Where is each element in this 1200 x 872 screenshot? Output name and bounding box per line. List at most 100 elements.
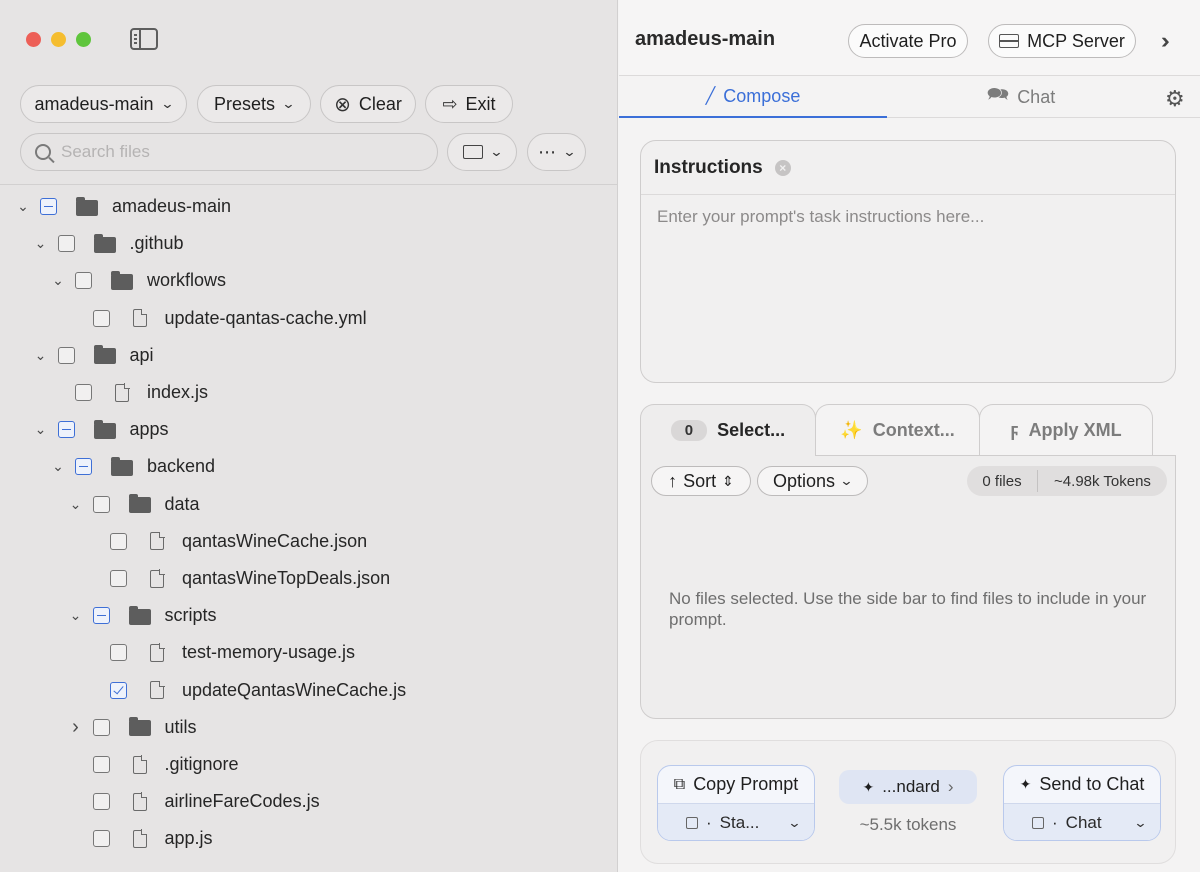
tree-folder-row[interactable]: ⌄ data: [67, 486, 200, 523]
preset-chip[interactable]: ✦ ...ndard ›: [839, 770, 977, 804]
options-button[interactable]: Options ⌄: [757, 466, 868, 496]
file-icon: [129, 829, 151, 848]
tree-checkbox[interactable]: [57, 346, 75, 364]
tree-item-label: index.js: [147, 382, 209, 402]
more-options-button[interactable]: ⋯ ⌄: [527, 133, 586, 171]
chevron-down-icon[interactable]: ⌄: [14, 198, 32, 215]
tree-item-label: test-memory-usage.js: [182, 642, 356, 663]
clear-instructions-icon[interactable]: ×: [774, 159, 791, 176]
tab-compose[interactable]: ╱ Compose: [619, 76, 887, 118]
chevron-down-icon[interactable]: ⌄: [49, 272, 67, 289]
tree-file-row[interactable]: qantasWineCache.json: [84, 523, 367, 560]
tree-folder-row[interactable]: ⌄ workflows: [49, 262, 226, 299]
copy-prompt-button[interactable]: ⧉ Copy Prompt: [658, 766, 814, 804]
tree-checkbox[interactable]: [75, 272, 92, 290]
tree-folder-row[interactable]: ⌄ scripts: [67, 597, 217, 634]
folder-icon: [128, 605, 151, 625]
project-select[interactable]: amadeus-main ⌄: [20, 85, 187, 123]
tree-checkbox[interactable]: [57, 421, 75, 439]
zoom-window-button[interactable]: [76, 32, 91, 47]
tab-context[interactable]: ✨ Context...: [815, 404, 980, 456]
tab-chat-label: Chat: [1017, 86, 1056, 107]
chevron-right-icon[interactable]: ›: [67, 716, 85, 739]
tree-folder-row[interactable]: › utils: [67, 709, 196, 746]
chevron-down-icon[interactable]: ⌄: [67, 496, 85, 513]
tree-checkbox[interactable]: [110, 681, 127, 699]
sidebar-toggle-icon[interactable]: [130, 28, 158, 50]
tree-checkbox[interactable]: [92, 309, 110, 327]
clear-button[interactable]: ⊗ Clear: [320, 85, 416, 123]
chevron-down-icon[interactable]: ⌄: [32, 421, 50, 438]
chevron-down-icon: ⌄: [562, 144, 577, 159]
tree-item-label: apps: [129, 419, 169, 440]
search-input[interactable]: [61, 142, 421, 162]
chevron-down-icon: ⌄: [839, 473, 854, 488]
tree-checkbox[interactable]: [92, 607, 110, 625]
tree-checkbox[interactable]: [110, 532, 127, 550]
activate-pro-button[interactable]: Activate Pro: [848, 24, 968, 58]
exit-button[interactable]: ⇨ Exit: [425, 85, 513, 123]
tree-folder-row[interactable]: ⌄ backend: [49, 448, 215, 485]
tree-file-row[interactable]: qantasWineTopDeals.json: [84, 560, 390, 597]
chip-icon: [686, 816, 698, 829]
tree-file-row[interactable]: app.js: [67, 820, 213, 857]
folder-filter-button[interactable]: ⌄: [447, 133, 517, 171]
dot-separator: ·: [1052, 812, 1058, 832]
tree-checkbox[interactable]: [40, 198, 57, 215]
chevron-down-icon[interactable]: ⌄: [32, 347, 50, 364]
collapse-panel-icon[interactable]: ››: [1161, 28, 1169, 54]
tree-checkbox[interactable]: [75, 458, 92, 476]
tree-checkbox[interactable]: [75, 384, 92, 401]
tab-apply-xml[interactable]: ϝ Apply XML: [979, 404, 1153, 456]
file-icon: [146, 531, 168, 551]
close-window-button[interactable]: [26, 32, 41, 47]
activate-pro-label: Activate Pro: [859, 30, 957, 51]
tree-checkbox[interactable]: [110, 570, 127, 587]
sort-button[interactable]: ↑ Sort ⇕: [651, 466, 751, 496]
tree-checkbox[interactable]: [92, 495, 110, 513]
tree-file-row[interactable]: index.js: [49, 374, 208, 411]
tree-file-row[interactable]: test-memory-usage.js: [84, 634, 355, 671]
chevron-down-icon: ⌄: [281, 96, 296, 111]
tree-folder-row[interactable]: ⌄ .github: [32, 225, 184, 262]
gear-icon[interactable]: ⚙: [1165, 86, 1185, 112]
copy-mode-select[interactable]: · Sta... ⌄: [658, 804, 814, 840]
tree-checkbox[interactable]: [92, 830, 110, 848]
tree-file-row[interactable]: update-qantas-cache.yml: [67, 300, 367, 337]
file-shape: [132, 755, 147, 774]
options-label: Options: [773, 470, 836, 491]
tree-checkbox[interactable]: [92, 718, 110, 736]
instructions-input[interactable]: [657, 207, 1157, 367]
tree-item-label: qantasWineTopDeals.json: [182, 568, 391, 588]
tab-selected-files[interactable]: 0 Select...: [640, 404, 816, 456]
send-to-chat-button[interactable]: ✦ Send to Chat: [1004, 766, 1160, 804]
file-icon: [111, 383, 133, 402]
mcp-server-button[interactable]: MCP Server: [988, 24, 1136, 58]
minimize-window-button[interactable]: [51, 32, 66, 47]
file-icon: [129, 308, 151, 328]
tree-file-row[interactable]: updateQantasWineCache.js: [84, 672, 406, 709]
chevron-down-icon[interactable]: ⌄: [32, 235, 50, 252]
chevron-down-icon: ⌄: [787, 814, 802, 830]
chevron-down-icon[interactable]: ⌄: [49, 458, 67, 475]
tree-checkbox[interactable]: [92, 756, 110, 773]
tree-file-row[interactable]: .gitignore: [67, 746, 239, 783]
send-mode-select[interactable]: · Chat ⌄: [1004, 804, 1160, 840]
tree-checkbox[interactable]: [92, 793, 110, 811]
tree-folder-row[interactable]: ⌄ apps: [32, 411, 169, 448]
presets-button[interactable]: Presets ⌄: [197, 85, 311, 123]
chevron-down-icon[interactable]: ⌄: [67, 607, 85, 624]
selected-count-badge: 0: [670, 420, 708, 441]
tree-file-row[interactable]: airlineFareCodes.js: [67, 783, 320, 820]
tree-checkbox[interactable]: [110, 644, 127, 662]
tree-item-label: scripts: [164, 605, 217, 626]
tree-folder-row[interactable]: ⌄ amadeus-main: [14, 188, 231, 225]
tree-item-label: update-qantas-cache.yml: [164, 307, 367, 328]
chevron-down-icon: ⌄: [159, 96, 175, 111]
tab-chat[interactable]: 🗪 Chat: [887, 76, 1155, 118]
tree-checkbox[interactable]: [57, 235, 75, 253]
clear-circle-icon: ⊗: [334, 93, 351, 116]
tree-folder-row[interactable]: ⌄ api: [32, 337, 154, 374]
tree-item-label: qantasWineCache.json: [182, 530, 368, 551]
file-shape: [150, 680, 165, 700]
